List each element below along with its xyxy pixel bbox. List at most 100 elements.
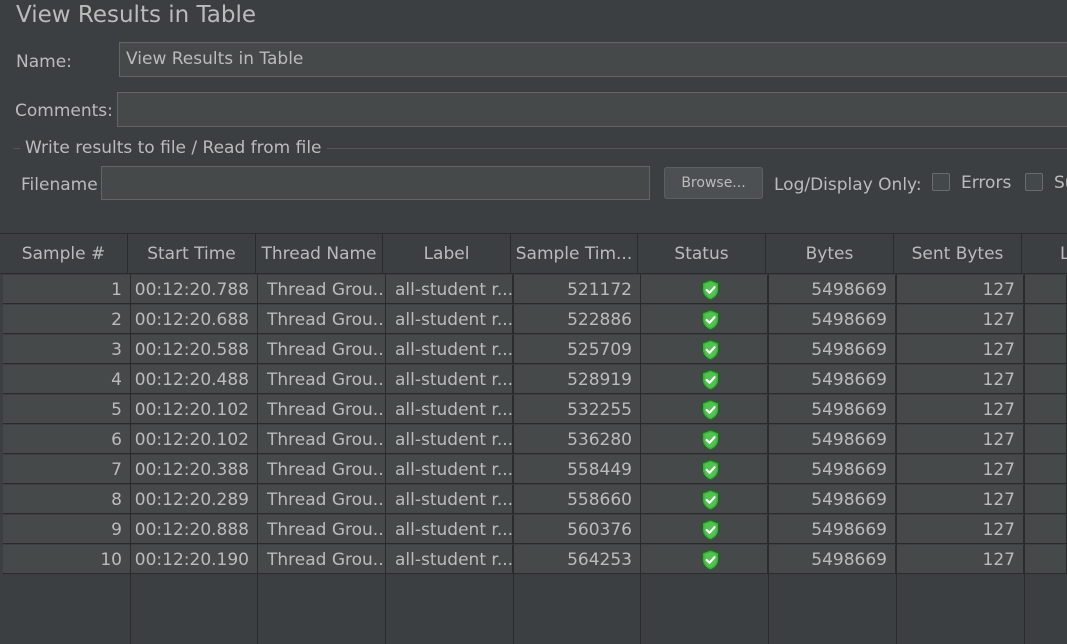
- cell-start-time: 00:12:20.688: [131, 305, 258, 334]
- cell-label: all-student r...: [386, 485, 513, 514]
- cell-sent-bytes: 127: [896, 365, 1024, 394]
- cell-thread-name: Thread Grou...: [258, 485, 386, 514]
- column-divider: [130, 273, 131, 644]
- cell-start-time: 00:12:20.190: [131, 545, 258, 574]
- cell-thread-name: Thread Grou...: [258, 335, 386, 364]
- cell-sent-bytes: 127: [896, 545, 1024, 574]
- filename-input[interactable]: [101, 166, 650, 200]
- table-row[interactable]: 6 00:12:20.102 Thread Grou... all-student r…: [3, 425, 1067, 455]
- cell-start-time: 00:12:20.102: [131, 425, 258, 454]
- green-shield-check-icon: [702, 369, 719, 391]
- cell-label: all-student r...: [386, 365, 513, 394]
- cell-status: [641, 335, 768, 364]
- cell-sample-time: 536280: [513, 425, 641, 454]
- table-row[interactable]: 3 00:12:20.588 Thread Grou... all-student r…: [3, 335, 1067, 365]
- cell-bytes: 5498669: [768, 485, 896, 514]
- cell-start-time: 00:12:20.102: [131, 395, 258, 424]
- column-header-start-time[interactable]: Start Time: [128, 234, 256, 273]
- column-divider: [640, 273, 641, 644]
- column-divider: [896, 273, 897, 644]
- cell-latency: [1024, 275, 1067, 304]
- cell-latency: [1024, 455, 1067, 484]
- cell-label: all-student r...: [386, 305, 513, 334]
- column-header-sample-time[interactable]: Sample Tim...: [511, 234, 638, 273]
- filename-label: Filename: [21, 175, 98, 195]
- cell-label: all-student r...: [386, 275, 513, 304]
- cell-thread-name: Thread Grou...: [258, 305, 386, 334]
- column-header-bytes[interactable]: Bytes: [766, 234, 894, 273]
- cell-sample-time: 560376: [513, 515, 641, 544]
- cell-sample-time: 532255: [513, 395, 641, 424]
- errors-label: Errors: [961, 173, 1012, 193]
- cell-status: [641, 425, 768, 454]
- table-row[interactable]: 7 00:12:20.388 Thread Grou... all-student r…: [3, 455, 1067, 485]
- table-header: Sample # Start Time Thread Name Label Sa…: [0, 233, 1067, 274]
- cell-thread-name: Thread Grou...: [258, 275, 386, 304]
- successes-checkbox[interactable]: [1025, 173, 1043, 191]
- column-divider: [1024, 273, 1025, 644]
- column-header-latency[interactable]: L: [1022, 234, 1067, 273]
- cell-start-time: 00:12:20.289: [131, 485, 258, 514]
- cell-start-time: 00:12:20.488: [131, 365, 258, 394]
- cell-latency: [1024, 305, 1067, 334]
- results-table: Sample # Start Time Thread Name Label Sa…: [0, 233, 1067, 644]
- cell-status: [641, 545, 768, 574]
- table-row[interactable]: 9 00:12:20.888 Thread Grou... all-student r…: [3, 515, 1067, 545]
- column-header-sample-number[interactable]: Sample #: [0, 234, 128, 273]
- table-row[interactable]: 8 00:12:20.289 Thread Grou... all-student r…: [3, 485, 1067, 515]
- cell-status: [641, 455, 768, 484]
- comments-input[interactable]: [117, 92, 1067, 127]
- panel-title: View Results in Table: [16, 2, 257, 28]
- cell-bytes: 5498669: [768, 305, 896, 334]
- green-shield-check-icon: [702, 399, 719, 421]
- cell-latency: [1024, 545, 1067, 574]
- table-row[interactable]: 5 00:12:20.102 Thread Grou... all-student r…: [3, 395, 1067, 425]
- table-row[interactable]: 10 00:12:20.190 Thread Grou... all-student …: [3, 545, 1067, 575]
- cell-status: [641, 485, 768, 514]
- cell-label: all-student r...: [386, 425, 513, 454]
- cell-label: all-student r...: [386, 455, 513, 484]
- table-row[interactable]: 4 00:12:20.488 Thread Grou... all-student r…: [3, 365, 1067, 395]
- column-header-label[interactable]: Label: [383, 234, 511, 273]
- column-header-thread-name[interactable]: Thread Name: [256, 234, 383, 273]
- cell-sample-time: 558449: [513, 455, 641, 484]
- table-row[interactable]: 1 00:12:20.788 Thread Grou... all-student r…: [3, 275, 1067, 305]
- cell-thread-name: Thread Grou...: [258, 365, 386, 394]
- cell-sent-bytes: 127: [896, 455, 1024, 484]
- errors-checkbox[interactable]: [932, 173, 950, 191]
- green-shield-check-icon: [702, 519, 719, 541]
- column-header-status[interactable]: Status: [638, 234, 766, 273]
- cell-status: [641, 365, 768, 394]
- cell-sent-bytes: 127: [896, 515, 1024, 544]
- cell-status: [641, 305, 768, 334]
- cell-thread-name: Thread Grou...: [258, 545, 386, 574]
- cell-latency: [1024, 485, 1067, 514]
- log-display-only-label: Log/Display Only:: [774, 175, 922, 195]
- browse-button[interactable]: Browse...: [664, 167, 763, 199]
- cell-sample-time: 522886: [513, 305, 641, 334]
- green-shield-check-icon: [702, 279, 719, 301]
- cell-status: [641, 395, 768, 424]
- cell-start-time: 00:12:20.388: [131, 455, 258, 484]
- cell-sample-time: 528919: [513, 365, 641, 394]
- column-divider: [257, 273, 258, 644]
- table-row[interactable]: 2 00:12:20.688 Thread Grou... all-student r…: [3, 305, 1067, 335]
- cell-bytes: 5498669: [768, 425, 896, 454]
- cell-bytes: 5498669: [768, 365, 896, 394]
- cell-sample-number: 9: [3, 515, 131, 544]
- name-input[interactable]: View Results in Table: [119, 42, 1067, 77]
- cell-bytes: 5498669: [768, 545, 896, 574]
- comments-label: Comments:: [15, 101, 113, 121]
- name-label: Name:: [16, 52, 72, 72]
- cell-sample-number: 2: [3, 305, 131, 334]
- green-shield-check-icon: [702, 549, 719, 571]
- column-divider: [768, 273, 769, 644]
- cell-thread-name: Thread Grou...: [258, 455, 386, 484]
- cell-bytes: 5498669: [768, 275, 896, 304]
- cell-bytes: 5498669: [768, 335, 896, 364]
- column-divider: [513, 273, 514, 644]
- column-header-sent-bytes[interactable]: Sent Bytes: [894, 234, 1022, 273]
- cell-sample-number: 8: [3, 485, 131, 514]
- cell-sent-bytes: 127: [896, 485, 1024, 514]
- cell-sample-number: 3: [3, 335, 131, 364]
